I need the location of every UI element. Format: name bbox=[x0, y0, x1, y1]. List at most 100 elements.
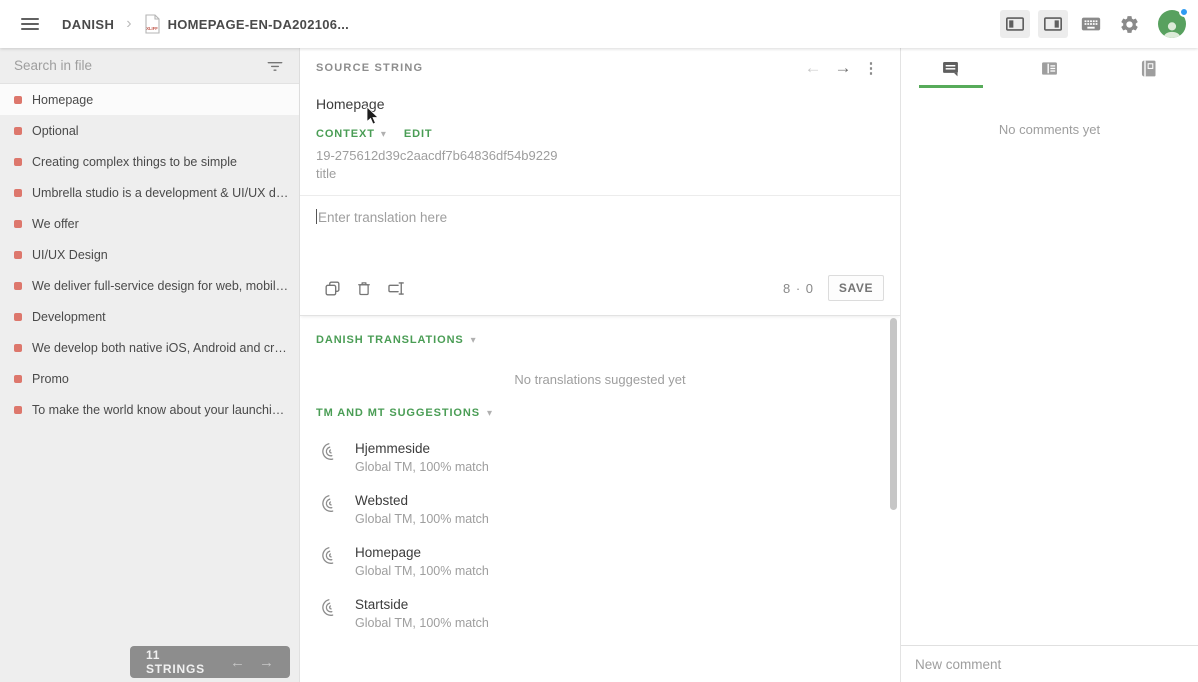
untranslated-indicator bbox=[14, 343, 22, 352]
delete-translation-button[interactable] bbox=[348, 276, 380, 300]
string-label: Creating complex things to be simple bbox=[32, 154, 237, 169]
string-label: To make the world know about your launch… bbox=[32, 402, 291, 417]
chevron-down-icon[interactable]: ▾ bbox=[471, 335, 476, 346]
untranslated-indicator bbox=[14, 157, 22, 166]
filter-icon bbox=[267, 61, 283, 71]
string-label: Optional bbox=[32, 123, 79, 138]
tab-translations-info[interactable] bbox=[1000, 48, 1099, 88]
user-avatar[interactable] bbox=[1158, 7, 1189, 38]
suggestion-text: Hjemmeside bbox=[355, 441, 431, 456]
tm-suggestions-header[interactable]: TM AND MT SUGGESTIONS bbox=[316, 407, 480, 419]
translation-memory-icon bbox=[322, 443, 334, 460]
string-row[interactable]: We develop both native iOS, Android and … bbox=[0, 332, 299, 363]
translation-memory-icon bbox=[322, 599, 334, 616]
untranslated-indicator bbox=[14, 219, 22, 228]
edit-context-button[interactable]: EDIT bbox=[404, 128, 433, 140]
breadcrumb-language[interactable]: DANISH bbox=[62, 17, 114, 32]
string-row[interactable]: Creating complex things to be simple bbox=[0, 146, 299, 177]
save-button[interactable]: SAVE bbox=[828, 275, 884, 301]
suggestion-meta: Global TM, 100% match bbox=[355, 616, 489, 630]
comments-empty-text: No comments yet bbox=[998, 122, 1101, 137]
toggle-right-panel-button[interactable] bbox=[1038, 10, 1068, 38]
previous-page-icon[interactable]: ← bbox=[230, 654, 245, 671]
suggestion-text: Startside bbox=[355, 597, 409, 612]
string-row[interactable]: Development bbox=[0, 301, 299, 332]
string-label: Promo bbox=[32, 371, 69, 386]
chevron-down-icon[interactable]: ▾ bbox=[487, 408, 492, 419]
text-select-icon bbox=[387, 281, 404, 295]
copy-icon bbox=[324, 280, 340, 296]
previous-string-button[interactable]: ← bbox=[798, 58, 828, 78]
string-label: UI/UX Design bbox=[32, 247, 108, 262]
toggle-left-panel-button[interactable] bbox=[1000, 10, 1030, 38]
tab-comments[interactable] bbox=[901, 48, 1000, 88]
context-toggle[interactable]: CONTEXT bbox=[316, 128, 375, 140]
book-icon bbox=[1141, 60, 1156, 76]
search-strip bbox=[0, 48, 299, 84]
text-caret bbox=[316, 209, 317, 224]
length-counter: 8 · 0 bbox=[782, 280, 814, 296]
clear-selection-button[interactable] bbox=[380, 276, 412, 300]
suggestion-meta: Global TM, 100% match bbox=[355, 460, 489, 474]
translation-placeholder: Enter translation here bbox=[318, 210, 448, 225]
string-row[interactable]: Promo bbox=[0, 363, 299, 394]
string-label: Homepage bbox=[32, 92, 94, 107]
string-label: We develop both native iOS, Android and … bbox=[32, 340, 291, 355]
chevron-down-icon[interactable]: ▾ bbox=[381, 129, 386, 140]
string-label: We offer bbox=[32, 216, 79, 231]
comments-panel: No comments yet bbox=[900, 48, 1198, 682]
tab-terms[interactable] bbox=[1099, 48, 1198, 88]
tm-suggestion-row[interactable]: Homepage Global TM, 100% match bbox=[316, 545, 884, 578]
top-bar: DANISH › XLIFF HOMEPAGE-EN-DA202106... bbox=[0, 0, 1198, 48]
tm-suggestion-row[interactable]: Hjemmeside Global TM, 100% match bbox=[316, 441, 884, 474]
string-row[interactable]: We deliver full-service design for web, … bbox=[0, 270, 299, 301]
suggestion-meta: Global TM, 100% match bbox=[355, 564, 489, 578]
untranslated-indicator bbox=[14, 95, 22, 104]
untranslated-indicator bbox=[14, 405, 22, 414]
filter-button[interactable] bbox=[261, 52, 289, 80]
source-text: Homepage bbox=[316, 96, 385, 112]
string-row[interactable]: Homepage bbox=[0, 84, 299, 115]
new-comment-bar bbox=[901, 645, 1198, 682]
tm-suggestion-row[interactable]: Websted Global TM, 100% match bbox=[316, 493, 884, 526]
string-row[interactable]: We offer bbox=[0, 208, 299, 239]
keyboard-shortcuts-button[interactable] bbox=[1076, 10, 1106, 38]
trash-icon bbox=[358, 281, 370, 295]
comment-bubble-icon bbox=[943, 61, 958, 76]
copy-source-button[interactable] bbox=[316, 276, 348, 300]
strings-count-pager: 11 STRINGS ← → bbox=[130, 646, 290, 678]
notification-badge bbox=[1179, 7, 1189, 17]
string-row[interactable]: Optional bbox=[0, 115, 299, 146]
untranslated-indicator bbox=[14, 126, 22, 135]
translations-empty-text: No translations suggested yet bbox=[514, 372, 686, 387]
settings-button[interactable] bbox=[1114, 10, 1144, 38]
next-string-button[interactable]: → bbox=[828, 58, 858, 78]
scrollbar-thumb[interactable] bbox=[890, 318, 897, 510]
untranslated-indicator bbox=[14, 188, 22, 197]
next-page-icon[interactable]: → bbox=[259, 654, 274, 671]
layout-right-icon bbox=[1044, 17, 1062, 31]
layout-left-icon bbox=[1006, 17, 1024, 31]
strings-sidebar: Homepage Optional Creating complex thing… bbox=[0, 48, 300, 682]
chevron-right-icon: › bbox=[126, 15, 132, 32]
danish-translations-header[interactable]: DANISH TRANSLATIONS bbox=[316, 334, 464, 346]
suggestion-text: Homepage bbox=[355, 545, 422, 560]
strings-count: 11 STRINGS bbox=[146, 648, 205, 676]
string-row[interactable]: To make the world know about your launch… bbox=[0, 394, 299, 425]
search-input[interactable] bbox=[14, 58, 261, 73]
translation-input[interactable]: Enter translation here bbox=[300, 195, 900, 269]
string-label: Development bbox=[32, 309, 106, 324]
string-row[interactable]: Umbrella studio is a development & UI/UX… bbox=[0, 177, 299, 208]
string-row[interactable]: UI/UX Design bbox=[0, 239, 299, 270]
hamburger-menu-icon[interactable] bbox=[12, 6, 48, 42]
new-comment-input[interactable] bbox=[915, 656, 1184, 672]
string-label: We deliver full-service design for web, … bbox=[32, 278, 291, 293]
string-list: Homepage Optional Creating complex thing… bbox=[0, 84, 299, 425]
suggestion-meta: Global TM, 100% match bbox=[355, 512, 489, 526]
tm-suggestion-row[interactable]: Startside Global TM, 100% match bbox=[316, 597, 884, 630]
breadcrumb-file[interactable]: XLIFF HOMEPAGE-EN-DA202106... bbox=[144, 14, 350, 34]
person-icon bbox=[1163, 22, 1181, 38]
more-options-icon[interactable]: ⋮ bbox=[858, 59, 884, 77]
tm-suggestion-list: Hjemmeside Global TM, 100% match Websted… bbox=[300, 419, 900, 630]
xliff-file-icon: XLIFF bbox=[145, 14, 160, 34]
